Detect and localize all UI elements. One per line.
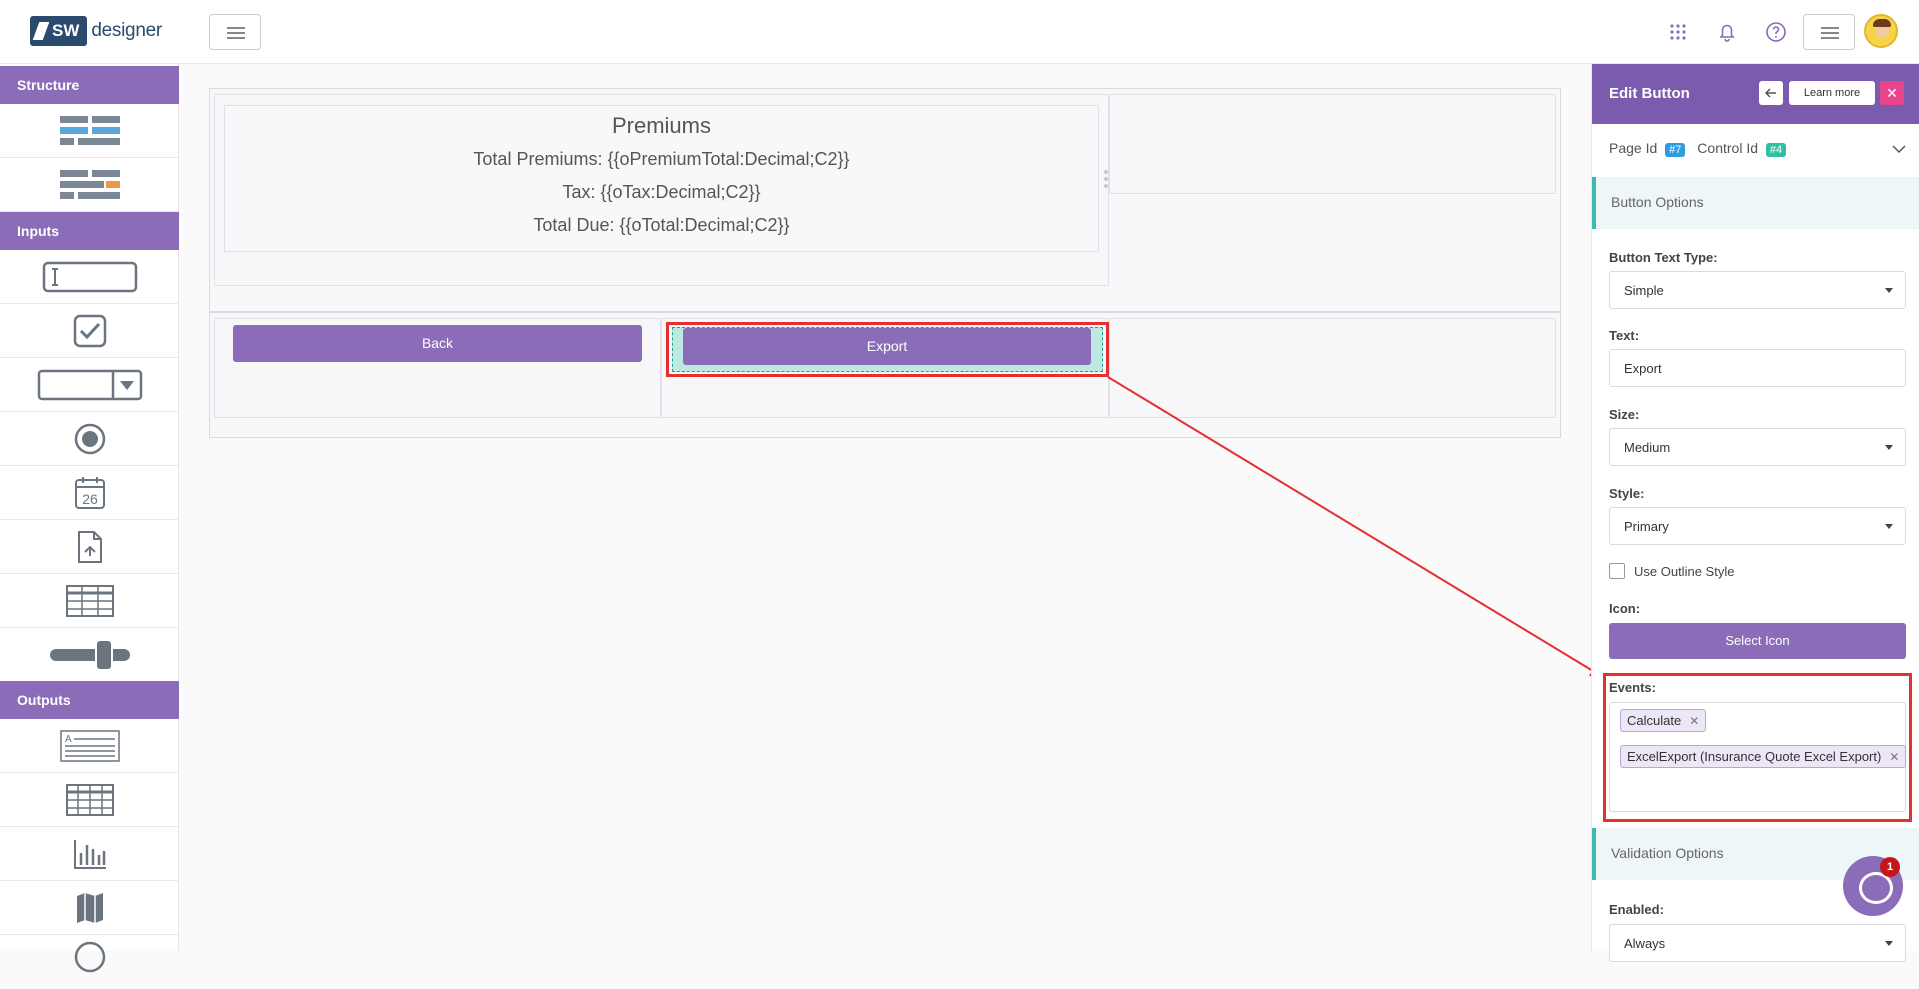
text-type-label: Button Text Type: <box>1609 250 1718 265</box>
bell-icon[interactable] <box>1715 20 1739 44</box>
svg-text:A: A <box>65 734 72 745</box>
empty-cell-2[interactable] <box>1109 318 1556 418</box>
caret-down-icon <box>1885 288 1893 293</box>
id-row[interactable]: Page Id #7 Control Id #4 <box>1609 140 1794 157</box>
dropdown-icon <box>37 369 142 400</box>
slider-icon <box>49 638 130 671</box>
style-label: Style: <box>1609 486 1645 501</box>
arrow-left-icon <box>1764 88 1776 98</box>
export-button[interactable]: Export <box>683 328 1091 365</box>
outline-style-checkbox[interactable] <box>1609 563 1625 579</box>
table-output-tool[interactable] <box>0 773 179 827</box>
close-panel-button[interactable]: ✕ <box>1880 81 1904 105</box>
text-label: Text: <box>1609 328 1640 343</box>
map-tool[interactable] <box>0 881 179 935</box>
tax-line: Tax: {{oTax:Decimal;C2}} <box>562 182 761 202</box>
user-avatar[interactable] <box>1864 14 1898 48</box>
text-input[interactable]: Export <box>1609 349 1906 387</box>
page-id-badge: #7 <box>1665 143 1686 157</box>
logo[interactable]: SW designer <box>30 16 162 46</box>
grid-layout-icon <box>59 169 120 199</box>
top-bar: SW designer <box>0 0 1919 64</box>
help-icon[interactable] <box>1764 20 1788 44</box>
grid-layout-tool[interactable] <box>0 158 179 212</box>
text-block-icon: A <box>59 729 120 762</box>
learn-more-button[interactable]: Learn more <box>1789 81 1875 105</box>
calendar-day-text: 26 <box>82 491 98 507</box>
control-id-label: Control Id <box>1697 140 1758 156</box>
chat-notification-badge: 1 <box>1880 857 1900 877</box>
enabled-value: Always <box>1624 936 1666 951</box>
date-picker-tool[interactable]: 26 <box>0 466 179 520</box>
options-menu-button[interactable] <box>1803 14 1855 50</box>
chart-tool[interactable] <box>0 827 179 881</box>
text-type-select[interactable]: Simple <box>1609 271 1906 309</box>
textbox-tool[interactable] <box>0 250 179 304</box>
map-icon <box>76 892 103 923</box>
total-premiums-line: Total Premiums: {{oPremiumTotal:Decimal;… <box>473 149 850 169</box>
gauge-tool[interactable] <box>0 935 179 989</box>
panel-header: Edit Button Learn more ✕ <box>1592 64 1919 124</box>
chevron-down-icon[interactable] <box>1892 144 1906 154</box>
panel-title: Edit Button <box>1609 85 1690 102</box>
two-column-layout-icon <box>59 115 120 145</box>
outline-style-label: Use Outline Style <box>1634 564 1735 579</box>
size-value: Medium <box>1624 440 1671 455</box>
logo-badge: SW <box>30 16 88 46</box>
radio-icon <box>74 423 105 454</box>
bar-chart-icon <box>73 839 106 869</box>
close-icon: ✕ <box>1886 85 1898 101</box>
size-label: Size: <box>1609 407 1640 422</box>
menu-toggle-button[interactable] <box>209 14 261 50</box>
caret-down-icon <box>1885 445 1893 450</box>
text-output-tool[interactable]: A <box>0 719 179 773</box>
premiums-title: Premiums <box>611 113 711 138</box>
enabled-label: Enabled: <box>1609 902 1664 917</box>
empty-cell-1[interactable] <box>1109 94 1556 194</box>
logo-text: designer <box>91 20 162 41</box>
file-upload-tool[interactable] <box>0 520 179 574</box>
gauge-icon <box>74 941 105 973</box>
caret-down-icon <box>1885 524 1893 529</box>
toolbox-sidebar: Structure Inputs 26 Outputs A <box>0 64 179 973</box>
outputs-section-title: Outputs <box>0 681 179 719</box>
premiums-text-block[interactable]: Premiums Total Premiums: {{oPremiumTotal… <box>224 105 1099 252</box>
table-icon <box>65 584 114 617</box>
table-input-tool[interactable] <box>0 574 179 628</box>
calendar-icon: 26 <box>74 476 105 509</box>
selected-export-control[interactable]: Export <box>666 322 1109 377</box>
validation-options-title: Validation Options <box>1611 845 1724 861</box>
select-icon-button[interactable]: Select Icon <box>1609 623 1906 659</box>
checkbox-tool[interactable] <box>0 304 179 358</box>
events-highlight-box <box>1603 673 1912 822</box>
textbox-icon <box>42 261 137 292</box>
text-type-value: Simple <box>1624 283 1664 298</box>
button-options-section[interactable]: Button Options <box>1592 177 1919 229</box>
total-due-line: Total Due: {{oTotal:Decimal;C2}} <box>533 215 790 235</box>
resize-handle[interactable] <box>1104 170 1108 194</box>
back-button[interactable]: Back <box>233 325 642 362</box>
grid-table-icon <box>65 783 114 816</box>
button-options-title: Button Options <box>1611 194 1704 210</box>
page-id-label: Page Id <box>1609 140 1658 156</box>
slider-tool[interactable] <box>0 628 179 682</box>
structure-section-title: Structure <box>0 66 179 104</box>
dropdown-tool[interactable] <box>0 358 179 412</box>
radio-tool[interactable] <box>0 412 179 466</box>
text-input-value: Export <box>1624 361 1662 376</box>
caret-down-icon <box>1885 941 1893 946</box>
file-icon <box>77 530 102 563</box>
back-arrow-button[interactable] <box>1759 81 1783 105</box>
apps-grid-icon[interactable] <box>1666 20 1690 44</box>
checkbox-icon <box>73 314 106 347</box>
size-select[interactable]: Medium <box>1609 428 1906 466</box>
inputs-section-title: Inputs <box>0 212 179 250</box>
two-column-layout-tool[interactable] <box>0 104 179 158</box>
style-value: Primary <box>1624 519 1669 534</box>
enabled-select[interactable]: Always <box>1609 924 1906 962</box>
style-select[interactable]: Primary <box>1609 507 1906 545</box>
control-id-badge: #4 <box>1765 143 1787 157</box>
icon-label: Icon: <box>1609 601 1641 616</box>
